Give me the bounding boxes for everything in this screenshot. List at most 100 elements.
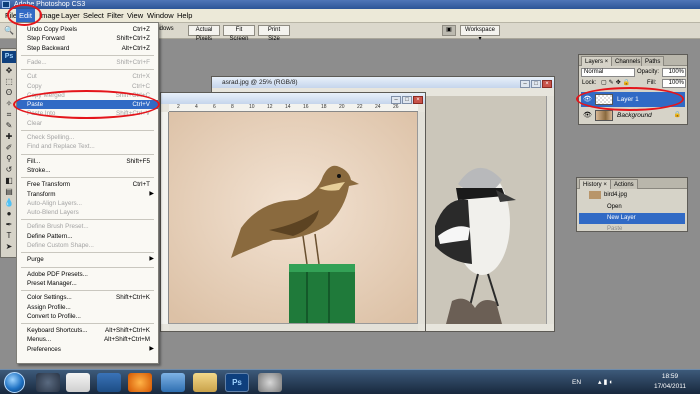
menu-window[interactable]: Window [144,9,177,23]
fit-screen-button[interactable]: Fit Screen [223,25,255,42]
document-canvas-warbler[interactable] [169,112,418,324]
menu-item-auto-blend-layers[interactable]: Auto-Blend Layers [17,208,158,217]
menu-item-adobe-pdf-presets[interactable]: Adobe PDF Presets... [17,270,158,279]
folder-icon[interactable] [193,373,217,392]
media-player-icon[interactable] [66,373,90,392]
blend-mode-select[interactable]: Normal [581,68,635,77]
marquee-tool-icon[interactable]: ⬚ [4,77,14,86]
start-button-icon[interactable] [4,372,25,393]
menu-help[interactable]: Help [174,9,195,23]
menu-item-label: Define Custom Shape... [27,242,94,249]
menu-item-define-pattern[interactable]: Define Pattern... [17,232,158,241]
history-item-paste[interactable]: Paste [579,224,685,232]
hp-icon[interactable] [36,373,60,392]
clock-date[interactable]: 17/04/2011 [650,383,690,390]
gradient-tool-icon[interactable]: ▤ [4,187,14,196]
actual-pixels-button[interactable]: Actual Pixels [188,25,220,42]
tab-channels[interactable]: Channels [611,56,645,66]
menu-item-menus[interactable]: Menus... Alt+Shift+Ctrl+M [17,335,158,344]
menu-item-label: Transform [27,190,56,198]
menu-item-fill[interactable]: Fill... Shift+F5 [17,157,158,166]
menu-item-keyboard-shortcuts[interactable]: Keyboard Shortcuts... Alt+Shift+Ctrl+K [17,326,158,335]
language-indicator[interactable]: EN [572,379,581,386]
healing-brush-tool-icon[interactable]: ✚ [4,132,14,141]
menu-item-stroke[interactable]: Stroke... [17,166,158,175]
checkmark-app-icon[interactable] [97,373,121,392]
menu-item-define-custom-shape[interactable]: Define Custom Shape... [17,241,158,250]
history-brush-tool-icon[interactable]: ↺ [4,165,14,174]
menu-item-auto-align-layers[interactable]: Auto-Align Layers... [17,199,158,208]
horizontal-ruler[interactable]: 2 4 6 8 10 12 14 16 18 20 22 24 26 [169,104,418,112]
history-panel-tabs: History × Actions [577,178,687,189]
close-icon[interactable]: × [413,96,423,104]
tab-paths[interactable]: Paths [641,56,665,66]
palette-well-icon[interactable]: ▣ [442,25,456,36]
lasso-tool-icon[interactable]: ʘ [4,88,14,97]
photoshop-taskbar-icon[interactable]: Ps [225,373,249,392]
lock-icons[interactable]: ▢✎✥🔒 [601,79,632,86]
zoom-tool-icon[interactable]: 🔍 [4,26,14,35]
vertical-scrollbar[interactable] [546,96,554,324]
clock-time[interactable]: 18:59 [650,373,690,380]
blur-tool-icon[interactable]: 💧 [4,198,14,207]
eraser-tool-icon[interactable]: ◧ [4,176,14,185]
ruler-mark: 14 [285,104,291,110]
ruler-mark: 22 [357,104,363,110]
tab-layers[interactable]: Layers × [581,56,613,66]
crop-tool-icon[interactable]: ⌗ [4,110,14,119]
menu-view[interactable]: View [124,9,146,23]
slice-tool-icon[interactable]: ✎ [4,121,14,130]
menu-item-preset-manager[interactable]: Preset Manager... [17,279,158,288]
document-window-bird4[interactable]: – □ × 2 4 6 8 10 12 14 16 18 20 22 24 26 [160,92,426,332]
firefox-icon[interactable] [128,373,152,392]
print-size-button[interactable]: Print Size [258,25,290,42]
minimize-icon[interactable]: – [520,80,530,88]
fill-field[interactable]: 100% [662,79,686,88]
opacity-field[interactable]: 100% [662,68,686,77]
dodge-tool-icon[interactable]: ● [4,209,14,218]
menu-item-free-transform[interactable]: Free Transform Ctrl+T [17,180,158,189]
menu-item-purge[interactable]: Purge ▶ [17,255,158,264]
eye-icon[interactable]: 👁 [583,112,592,119]
menu-item-check-spelling[interactable]: Check Spelling... [17,133,158,142]
history-snapshot[interactable]: bird4.jpg [579,190,685,201]
document-title-bar[interactable]: asrad.jpg @ 25% (RGB/8) – □ × [212,77,554,88]
history-item-open[interactable]: Open [579,202,685,213]
history-item-new-layer[interactable]: New Layer [579,213,685,224]
edit-menu-dropdown: Undo Copy Pixels Ctrl+Z Step Forward Shift+… [16,22,159,364]
tab-actions[interactable]: Actions [610,179,638,189]
menu-item-preferences[interactable]: Preferences ▶ [17,345,158,354]
maximize-icon[interactable]: □ [531,80,541,88]
menu-item-transform[interactable]: Transform ▶ [17,190,158,199]
pen-tool-icon[interactable]: ✒ [4,220,14,229]
clone-stamp-tool-icon[interactable]: ⚲ [4,154,14,163]
move-tool-icon[interactable]: ✥ [4,66,14,75]
path-selection-tool-icon[interactable]: ➤ [4,242,14,251]
brush-tool-icon[interactable]: ✐ [4,143,14,152]
workspace-button[interactable]: Workspace ▾ [460,25,500,42]
menu-item-fade[interactable]: Fade... Shift+Ctrl+F [17,58,158,67]
cd-burner-icon[interactable] [258,373,282,392]
menu-select[interactable]: Select [80,9,107,23]
vertical-ruler[interactable] [161,112,169,324]
horizontal-scrollbar[interactable] [169,323,418,331]
document-title-bar[interactable]: – □ × [161,93,425,104]
minimize-icon[interactable]: – [391,96,401,104]
maximize-icon[interactable]: □ [402,96,412,104]
tab-history[interactable]: History × [579,179,611,189]
tray-icons[interactable]: ▴ ▮ ◐ [598,378,613,386]
menu-item-step-backward[interactable]: Step Backward Alt+Ctrl+Z [17,44,158,53]
menu-item-convert-to-profile[interactable]: Convert to Profile... [17,312,158,321]
menu-item-assign-profile[interactable]: Assign Profile... [17,303,158,312]
internet-explorer-icon[interactable] [161,373,185,392]
vertical-scrollbar[interactable] [417,112,425,324]
close-icon[interactable]: × [542,80,552,88]
menu-item-color-settings[interactable]: Color Settings... Shift+Ctrl+K [17,293,158,302]
menu-item-step-forward[interactable]: Step Forward Shift+Ctrl+Z [17,34,158,43]
menu-item-clear[interactable]: Clear [17,119,158,128]
menu-item-find-and-replace-text[interactable]: Find and Replace Text... [17,142,158,151]
menu-item-define-brush-preset[interactable]: Define Brush Preset... [17,222,158,231]
menu-item-cut[interactable]: Cut Ctrl+X [17,72,158,81]
menu-item-undo-copy-pixels[interactable]: Undo Copy Pixels Ctrl+Z [17,25,158,34]
type-tool-icon[interactable]: T [4,231,14,240]
